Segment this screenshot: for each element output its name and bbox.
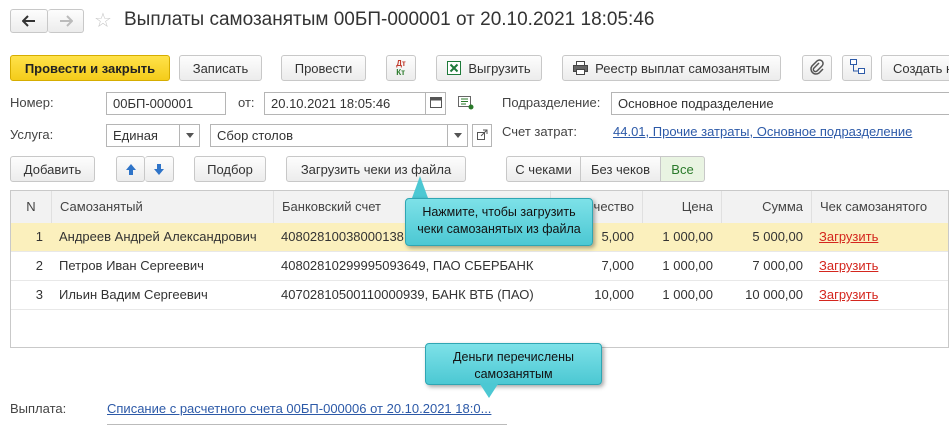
cost-account-label: Счет затрат: bbox=[502, 124, 577, 139]
date-label: от: bbox=[238, 95, 255, 110]
service-label: Услуга: bbox=[10, 127, 54, 142]
division-label: Подразделение: bbox=[502, 95, 601, 110]
load-receipts-tooltip: Нажмите, чтобы загрузить чеки самозаняты… bbox=[405, 198, 593, 246]
cell-receipt: Загрузить bbox=[811, 252, 949, 280]
footer-divider bbox=[107, 424, 507, 425]
attach-button[interactable] bbox=[802, 55, 832, 81]
cell-n: 3 bbox=[35, 287, 43, 302]
date-field[interactable]: 20.10.2021 18:05:46 bbox=[264, 92, 426, 115]
create-on-basis-button[interactable]: Создать н bbox=[881, 55, 949, 81]
tooltip-pointer bbox=[480, 384, 498, 398]
forward-button[interactable] bbox=[48, 9, 84, 33]
arrow-right-icon bbox=[59, 15, 73, 27]
add-button[interactable]: Добавить bbox=[10, 156, 95, 182]
document-structure-icon bbox=[849, 59, 865, 77]
service-open-button[interactable] bbox=[472, 124, 492, 147]
service-type-dropdown[interactable] bbox=[180, 124, 200, 147]
save-button[interactable]: Записать bbox=[179, 55, 262, 81]
post-and-close-button[interactable]: Провести и закрыть bbox=[10, 55, 170, 81]
cell-sum: 5 000,00 bbox=[752, 229, 803, 244]
filter-without-receipts[interactable]: Без чеков bbox=[581, 156, 661, 182]
payment-registry-button[interactable]: Реестр выплат самозанятым bbox=[562, 55, 781, 81]
dt-kt-icon: Дт Кт bbox=[396, 59, 406, 77]
payment-document-link[interactable]: Списание с расчетного счета 00БП-000006 … bbox=[107, 401, 491, 416]
number-label: Номер: bbox=[10, 95, 54, 110]
division-field[interactable]: Основное подразделение bbox=[611, 92, 949, 115]
structure-button[interactable] bbox=[842, 55, 872, 81]
page-title: Выплаты самозанятым 00БП-000001 от 20.10… bbox=[124, 9, 655, 30]
cell-n: 1 bbox=[35, 229, 43, 244]
cell-sum: 7 000,00 bbox=[752, 258, 803, 273]
upload-receipt-link[interactable]: Загрузить bbox=[819, 229, 878, 244]
filter-all[interactable]: Все bbox=[661, 156, 705, 182]
cell-price: 1 000,00 bbox=[662, 229, 713, 244]
arrow-up-icon bbox=[125, 163, 136, 175]
cell-person: Петров Иван Сергеевич bbox=[59, 258, 204, 273]
payment-label: Выплата: bbox=[10, 401, 67, 416]
dt-kt-button[interactable]: Дт Кт bbox=[386, 55, 416, 81]
cell-account: 40802810299995093649, ПАО СБЕРБАНК bbox=[281, 258, 534, 273]
load-receipts-button[interactable]: Загрузить чеки из файла bbox=[286, 156, 466, 182]
cell-quantity: 10,000 bbox=[594, 287, 634, 302]
payment-tooltip: Деньги перечислены самозанятым bbox=[425, 343, 602, 385]
upload-receipt-link[interactable]: Загрузить bbox=[819, 258, 878, 273]
cell-person: Ильин Вадим Сергеевич bbox=[59, 287, 208, 302]
post-button[interactable]: Провести bbox=[281, 55, 366, 81]
cell-price: 1 000,00 bbox=[662, 258, 713, 273]
filter-with-receipts[interactable]: С чеками bbox=[506, 156, 581, 182]
move-down-button[interactable] bbox=[145, 156, 174, 182]
cell-account: 40702810500110000939, БАНК ВТБ (ПАО) bbox=[281, 287, 534, 302]
column-header-price[interactable]: Цена bbox=[642, 191, 721, 223]
table-row[interactable]: 2 Петров Иван Сергеевич 4080281029999509… bbox=[11, 252, 948, 281]
arrow-left-icon bbox=[22, 15, 35, 27]
printer-icon bbox=[573, 61, 589, 75]
upload-receipt-link[interactable]: Загрузить bbox=[819, 287, 878, 302]
excel-icon bbox=[447, 61, 462, 75]
column-header-person[interactable]: Самозанятый bbox=[51, 191, 273, 223]
cell-receipt: Загрузить bbox=[811, 223, 949, 251]
arrow-down-icon bbox=[154, 163, 164, 175]
cell-quantity: 7,000 bbox=[601, 258, 634, 273]
calendar-icon bbox=[429, 96, 442, 111]
cell-price: 1 000,00 bbox=[662, 287, 713, 302]
barcode-icon[interactable] bbox=[458, 96, 474, 113]
table-row[interactable]: 3 Ильин Вадим Сергеевич 4070281050011000… bbox=[11, 281, 948, 310]
favorite-star-icon[interactable]: ☆ bbox=[94, 8, 112, 33]
export-button[interactable]: Выгрузить bbox=[436, 55, 542, 81]
pick-button[interactable]: Подбор bbox=[194, 156, 266, 182]
column-header-receipt[interactable]: Чек самозанятого bbox=[811, 191, 949, 223]
cell-sum: 10 000,00 bbox=[745, 287, 803, 302]
cell-person: Андреев Андрей Александрович bbox=[59, 229, 257, 244]
tooltip-pointer bbox=[412, 176, 428, 198]
number-field[interactable]: 00БП-000001 bbox=[106, 92, 226, 115]
calendar-button[interactable] bbox=[426, 92, 446, 115]
cell-n: 2 bbox=[35, 258, 43, 273]
back-button[interactable] bbox=[10, 9, 48, 33]
open-window-icon bbox=[476, 128, 488, 143]
paperclip-icon bbox=[810, 58, 824, 78]
service-field[interactable]: Сбор столов bbox=[210, 124, 448, 147]
cost-account-link[interactable]: 44.01, Прочие затраты, Основное подразде… bbox=[613, 124, 912, 139]
chevron-down-icon bbox=[453, 133, 462, 138]
move-up-button[interactable] bbox=[116, 156, 145, 182]
service-type-select[interactable]: Единая bbox=[106, 124, 180, 147]
column-header-n[interactable]: N bbox=[11, 191, 51, 223]
service-dropdown[interactable] bbox=[448, 124, 468, 147]
chevron-down-icon bbox=[185, 133, 194, 138]
cell-receipt: Загрузить bbox=[811, 281, 949, 309]
column-header-sum[interactable]: Сумма bbox=[721, 191, 811, 223]
